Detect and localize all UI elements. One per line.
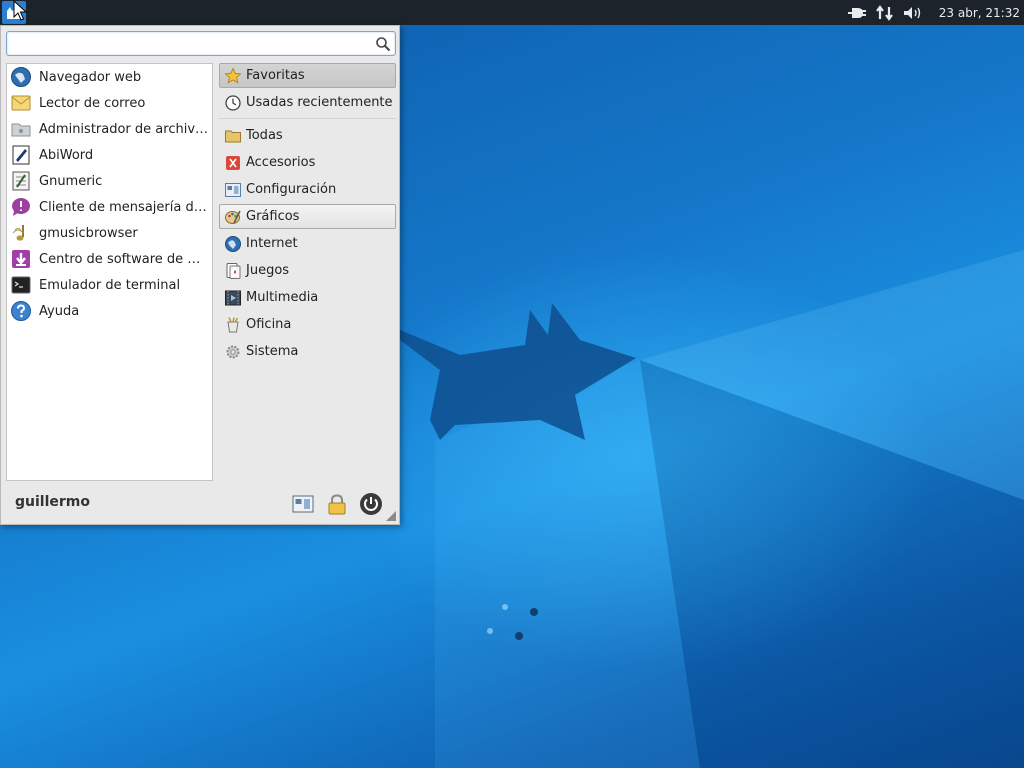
- favorite-item-web-browser[interactable]: Navegador web: [7, 64, 212, 90]
- settings-manager-icon[interactable]: [291, 492, 315, 516]
- network-icon[interactable]: [874, 4, 896, 21]
- search-box: [6, 31, 396, 56]
- terminal-icon: [11, 276, 31, 294]
- category-settings[interactable]: Configuración: [219, 177, 396, 202]
- favorite-item-messaging-client[interactable]: Cliente de mensajería de In...: [7, 194, 212, 220]
- whisker-menu: Navegador web Lector de correo Administr…: [0, 25, 400, 525]
- music-note-icon: [12, 225, 24, 241]
- category-graphics[interactable]: Gráficos: [219, 204, 396, 229]
- category-label: Multimedia: [246, 290, 319, 305]
- category-label: Oficina: [246, 317, 292, 332]
- games-icon: [226, 262, 241, 279]
- mouse-cursor-icon: [13, 0, 27, 21]
- favorite-item-gmusicbrowser[interactable]: gmusicbrowser: [7, 220, 212, 246]
- category-label: Gráficos: [246, 209, 300, 224]
- favorite-item-label: Navegador web: [39, 69, 142, 85]
- search-icon: [376, 37, 391, 52]
- multimedia-icon: [225, 290, 241, 305]
- system-tray: 23 abr, 21:32: [843, 0, 1024, 25]
- category-all[interactable]: Todas: [219, 123, 396, 148]
- messaging-client-icon: [12, 198, 30, 216]
- clock-icon: [225, 94, 241, 111]
- category-label: Todas: [246, 128, 283, 143]
- favorite-item-gnumeric[interactable]: Gnumeric: [7, 168, 212, 194]
- volume-icon[interactable]: [902, 5, 924, 21]
- category-label: Configuración: [246, 182, 337, 197]
- favorite-item-label: Centro de software de Ubu...: [39, 251, 209, 267]
- favorite-item-mail-reader[interactable]: Lector de correo: [7, 90, 212, 116]
- category-label: Favoritas: [246, 68, 305, 83]
- category-accessories[interactable]: Accesorios: [219, 150, 396, 175]
- session-actions: [291, 492, 383, 516]
- favorite-item-label: Lector de correo: [39, 95, 146, 111]
- category-label: Juegos: [246, 263, 290, 278]
- power-icon[interactable]: [359, 492, 383, 516]
- software-center-icon: [12, 250, 30, 268]
- top-panel: 23 abr, 21:32: [0, 0, 1024, 25]
- file-manager-icon: [11, 123, 31, 137]
- category-label: Usadas recientemente: [246, 95, 393, 110]
- favorite-item-label: Administrador de archivos: [39, 121, 209, 137]
- lock-screen-icon[interactable]: [325, 492, 349, 516]
- category-separator: [219, 118, 396, 119]
- favorite-item-file-manager[interactable]: Administrador de archivos: [7, 116, 212, 142]
- favorite-item-label: gmusicbrowser: [39, 225, 138, 241]
- office-icon: [227, 316, 239, 332]
- category-multimedia[interactable]: Multimedia: [219, 285, 396, 310]
- system-gear-icon: [226, 345, 240, 358]
- accessories-icon: [226, 155, 240, 170]
- category-recently-used[interactable]: Usadas recientemente: [219, 90, 396, 115]
- favorite-item-label: AbiWord: [39, 147, 94, 163]
- category-favorites[interactable]: Favoritas: [219, 63, 396, 88]
- web-browser-icon: [11, 67, 31, 87]
- abiword-icon: [12, 145, 30, 165]
- category-label: Sistema: [246, 344, 299, 359]
- favorite-item-label: Emulador de terminal: [39, 277, 181, 293]
- search-input[interactable]: [11, 34, 375, 55]
- star-icon: [224, 66, 242, 84]
- username-label: guillermo: [15, 494, 90, 510]
- category-label: Accesorios: [246, 155, 316, 170]
- favorite-item-label: Ayuda: [39, 303, 80, 319]
- help-icon: [11, 301, 31, 321]
- power-plug-icon[interactable]: [846, 5, 868, 21]
- category-system[interactable]: Sistema: [219, 339, 396, 364]
- favorite-item-label: Gnumeric: [39, 173, 103, 189]
- favorite-item-label: Cliente de mensajería de In...: [39, 199, 209, 215]
- settings-icon: [225, 182, 241, 197]
- favorite-item-software-center[interactable]: Centro de software de Ubu...: [7, 246, 212, 272]
- globe-icon: [225, 235, 241, 252]
- mail-reader-icon: [11, 95, 31, 111]
- category-internet[interactable]: Internet: [219, 231, 396, 256]
- category-list: Favoritas Usadas recientemente Todas Acc…: [219, 63, 396, 366]
- category-office[interactable]: Oficina: [219, 312, 396, 337]
- favorites-list: Navegador web Lector de correo Administr…: [6, 63, 213, 481]
- category-label: Internet: [246, 236, 298, 251]
- graphics-icon: [225, 210, 241, 224]
- gnumeric-icon: [12, 171, 30, 191]
- favorite-item-help[interactable]: Ayuda: [7, 298, 212, 324]
- favorite-item-abiword[interactable]: AbiWord: [7, 142, 212, 168]
- resize-grip-icon[interactable]: [386, 511, 396, 521]
- favorite-item-terminal[interactable]: Emulador de terminal: [7, 272, 212, 298]
- folder-icon: [225, 130, 241, 142]
- panel-clock[interactable]: 23 abr, 21:32: [939, 6, 1020, 20]
- category-games[interactable]: Juegos: [219, 258, 396, 283]
